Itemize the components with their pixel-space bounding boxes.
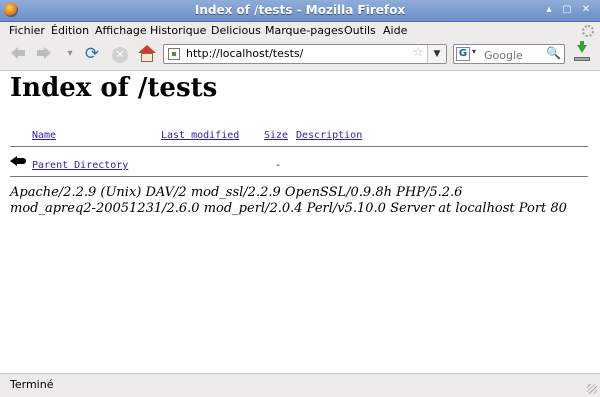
url-history-dropdown-icon[interactable]: ▼ (427, 45, 446, 63)
reload-icon[interactable]: ⟳ (82, 44, 102, 64)
page-title: Index of /tests (10, 73, 218, 103)
parent-directory-size: - (275, 160, 282, 171)
menu-affichage[interactable]: Affichage (95, 24, 147, 37)
history-dropdown-icon[interactable]: ▾ (60, 44, 80, 64)
search-input[interactable] (482, 46, 548, 64)
column-description-link[interactable]: Description (296, 130, 362, 141)
column-name-link[interactable]: Name (32, 130, 56, 141)
home-button[interactable] (137, 44, 157, 64)
menu-delicious[interactable]: Delicious (211, 24, 261, 37)
menu-fichier[interactable]: Fichier (9, 24, 45, 37)
url-bar[interactable]: http://localhost/tests/ ☆ ▼ (163, 44, 447, 64)
menu-edition[interactable]: Édition (51, 24, 89, 37)
page-content: Index of /tests Name Last modified Size … (0, 71, 600, 373)
search-bar: G ▾ 🔍 (453, 44, 565, 64)
column-size-link[interactable]: Size (264, 130, 288, 141)
window-title: Index of /tests - Mozilla Firefox (194, 3, 406, 17)
google-engine-icon[interactable]: G (456, 47, 470, 61)
column-last-modified-link[interactable]: Last modified (161, 130, 239, 141)
bookmark-star-icon[interactable]: ☆ (412, 45, 424, 60)
back-button[interactable] (8, 44, 28, 64)
parent-directory-back-icon (10, 154, 28, 166)
engine-dropdown-icon[interactable]: ▾ (472, 47, 476, 56)
forward-button[interactable] (34, 44, 54, 64)
parent-directory-link[interactable]: Parent Directory (32, 160, 128, 171)
server-signature: Apache/2.2.9 (Unix) DAV/2 mod_ssl/2.2.9 … (10, 185, 567, 216)
maximize-icon[interactable]: ▢ (561, 4, 573, 16)
status-text: Terminé (10, 378, 54, 391)
title-bar: Index of /tests - Mozilla Firefox ▴ ▢ ✕ (0, 0, 600, 22)
downloads-button[interactable] (573, 41, 591, 63)
browser-window: Index of /tests - Mozilla Firefox ▴ ▢ ✕ … (0, 0, 600, 397)
home-icon (138, 45, 156, 63)
status-bar: Terminé (0, 373, 600, 397)
activity-throbber-icon (582, 25, 594, 37)
menu-aide[interactable]: Aide (383, 24, 407, 37)
footer-divider (10, 176, 588, 177)
page-favicon-icon (168, 48, 180, 60)
stop-icon: ✕ (112, 47, 128, 63)
menu-marque-pages[interactable]: Marque-pages (265, 24, 343, 37)
forward-arrow-icon (37, 47, 51, 59)
download-arrow-icon (577, 45, 587, 53)
url-text[interactable]: http://localhost/tests/ (186, 47, 303, 60)
minimize-icon[interactable]: ▴ (543, 4, 555, 16)
search-icon[interactable]: 🔍 (546, 46, 561, 60)
header-divider (10, 146, 588, 147)
back-arrow-icon (11, 47, 25, 59)
resize-grip-icon[interactable] (587, 384, 597, 394)
stop-button[interactable]: ✕ (110, 44, 130, 64)
menu-outils[interactable]: Outils (344, 24, 376, 37)
menu-historique[interactable]: Historique (150, 24, 206, 37)
menu-bar: Fichier Édition Affichage Historique Del… (0, 22, 600, 40)
close-icon[interactable]: ✕ (580, 4, 592, 16)
